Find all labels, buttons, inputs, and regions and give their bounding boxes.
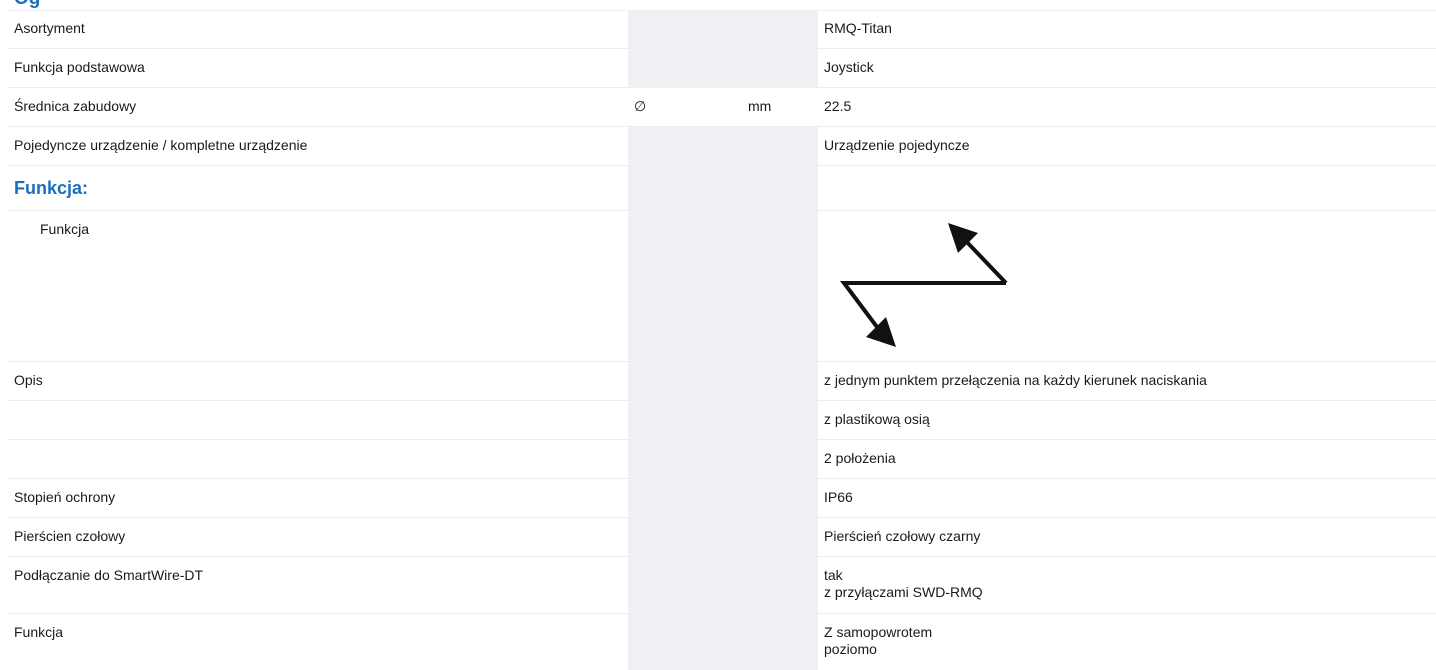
row-value: Urządzenie pojedyncze (818, 127, 1436, 165)
row-label: Podłączanie do SmartWire-DT (8, 557, 628, 613)
table-row: Średnica zabudowy ∅ mm 22.5 (8, 88, 1436, 127)
section-heading-cut: Og (14, 0, 40, 10)
table-row: Pojedyncze urządzenie / kompletne urządz… (8, 127, 1436, 166)
row-unit (742, 49, 818, 87)
row-value: IP66 (818, 479, 1436, 517)
row-value: Pierścień czołowy czarny (818, 518, 1436, 556)
function-diagram-row: Funkcja (8, 211, 1436, 362)
row-unit (742, 127, 818, 165)
row-label: Pojedyncze urządzenie / kompletne urządz… (8, 127, 628, 165)
row-value: 22.5 (818, 88, 1436, 126)
table-row: Pierścien czołowy Pierścień czołowy czar… (8, 518, 1436, 557)
row-unit: mm (742, 88, 818, 126)
row-value: RMQ-Titan (818, 10, 1436, 48)
row-value: z plastikową osią (818, 401, 1436, 439)
row-value-line1: Z samopowrotem (824, 624, 1436, 641)
row-label: Opis (8, 362, 628, 400)
row-symbol (628, 49, 742, 87)
row-label: Funkcja podstawowa (8, 49, 628, 87)
table-row: Stopień ochrony IP66 (8, 479, 1436, 518)
function-section-title: Funkcja: (8, 166, 628, 210)
table-row: Asortyment RMQ-Titan (8, 10, 1436, 49)
row-symbol (628, 127, 742, 165)
spec-table: Asortyment RMQ-Titan Funkcja podstawowa … (8, 10, 1436, 670)
row-symbol (628, 10, 742, 48)
row-value-line1: tak (824, 567, 1436, 584)
row-label: Asortyment (8, 10, 628, 48)
diameter-symbol: ∅ (628, 88, 742, 126)
row-label: Funkcja (8, 614, 628, 670)
row-unit (742, 10, 818, 48)
row-label: Średnica zabudowy (8, 88, 628, 126)
row-value: 2 położenia (818, 440, 1436, 478)
table-row: z plastikową osią (8, 401, 1436, 440)
table-row: Funkcja podstawowa Joystick (8, 49, 1436, 88)
row-label (8, 401, 628, 439)
row-label: Stopień ochrony (8, 479, 628, 517)
table-row: Opis z jednym punktem przełączenia na ka… (8, 362, 1436, 401)
row-value-line2: z przyłączami SWD-RMQ (824, 584, 1436, 601)
row-label: Pierścien czołowy (8, 518, 628, 556)
row-value: z jednym punktem przełączenia na każdy k… (818, 362, 1436, 400)
section-row: Funkcja: (8, 166, 1436, 211)
joystick-diagonal-arrows-icon (818, 211, 1038, 361)
table-row: Podłączanie do SmartWire-DT tak z przyłą… (8, 557, 1436, 614)
table-row: Funkcja Z samopowrotem poziomo (8, 614, 1436, 670)
function-sub-label: Funkcja (8, 211, 628, 238)
table-row: 2 położenia (8, 440, 1436, 479)
row-value-line2: poziomo (824, 641, 1436, 658)
row-label (8, 440, 628, 478)
row-value: Joystick (818, 49, 1436, 87)
